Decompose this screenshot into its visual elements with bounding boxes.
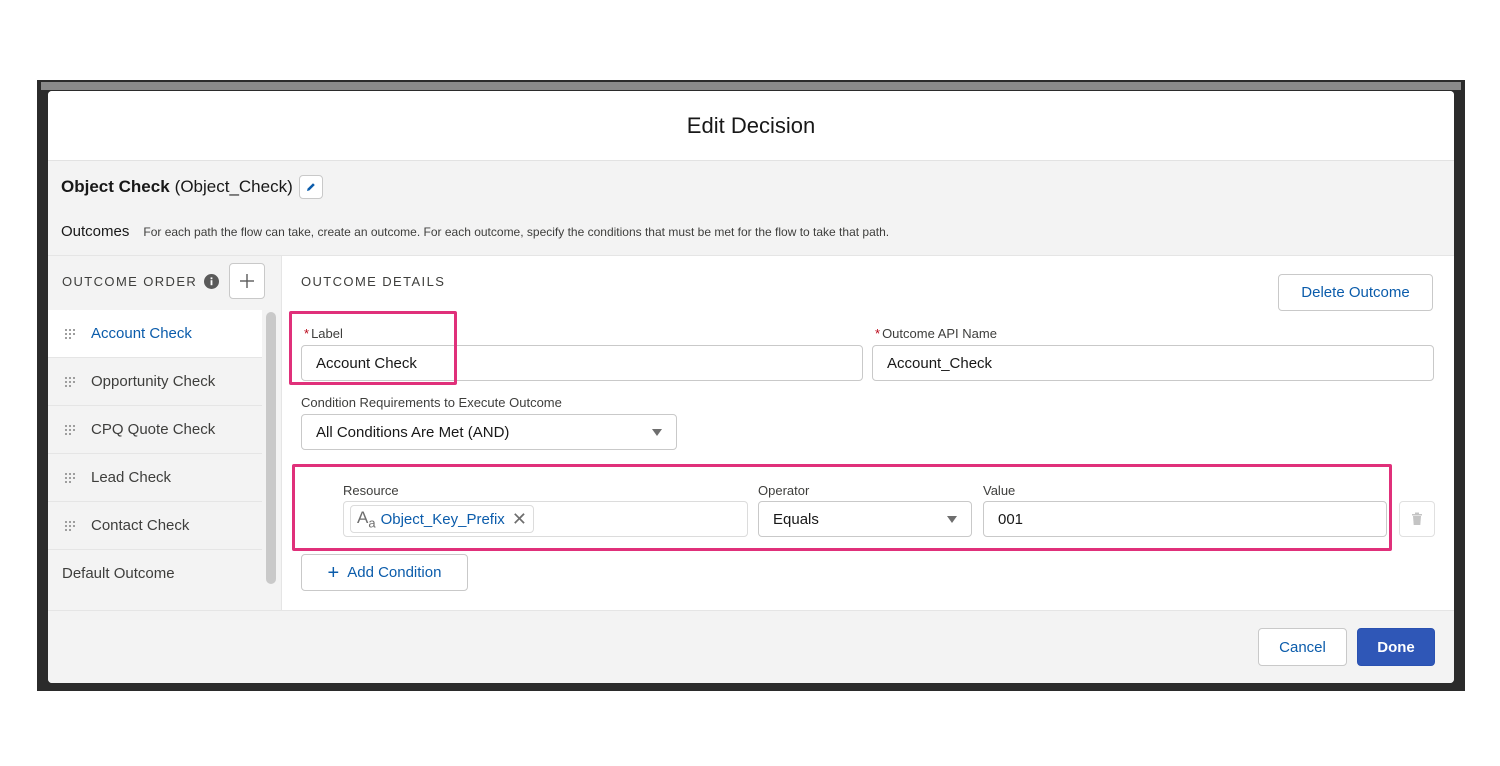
element-api-name: (Object_Check) (174, 177, 293, 196)
value-label: Value (983, 483, 1016, 498)
resource-combobox[interactable]: Aa Object_Key_Prefix ✕ (343, 501, 748, 537)
pencil-icon (306, 183, 315, 191)
outcome-item-contact-check[interactable]: Contact Check (48, 502, 262, 550)
outcome-order-header: OUTCOME ORDER (62, 266, 220, 296)
outcome-list-scrollbar[interactable] (266, 312, 276, 584)
plus-icon (240, 274, 254, 288)
label-highlight-box (289, 311, 457, 385)
api-name-field-label: * Outcome API Name (875, 326, 997, 341)
outcome-item-lead-check[interactable]: Lead Check (48, 454, 262, 502)
value-input[interactable]: 001 (983, 501, 1387, 537)
caret-down-icon (652, 428, 662, 436)
canvas-background (41, 82, 1461, 90)
resource-pill[interactable]: Aa Object_Key_Prefix ✕ (350, 505, 534, 533)
outcome-item-label: Lead Check (91, 469, 172, 486)
outcome-order-sidebar: OUTCOME ORDER Account Check Opportunity … (48, 256, 282, 610)
delete-outcome-button[interactable]: Delete Outcome (1278, 274, 1433, 311)
condition-requirements-label: Condition Requirements to Execute Outcom… (301, 395, 562, 410)
resource-pill-label: Object_Key_Prefix (380, 510, 505, 528)
outcomes-panel: OUTCOME ORDER Account Check Opportunity … (48, 255, 1454, 611)
modal-title: Edit Decision (686, 113, 816, 138)
condition-requirements-value: All Conditions Are Met (AND) (316, 423, 510, 441)
outcome-item-label: Opportunity Check (91, 373, 216, 390)
outcome-item-cpq-quote-check[interactable]: CPQ Quote Check (48, 406, 262, 454)
resource-label: Resource (343, 483, 399, 498)
drag-handle-icon[interactable] (65, 470, 75, 486)
modal-header: Edit Decision (48, 91, 1454, 161)
drag-handle-icon[interactable] (65, 518, 75, 534)
text-type-icon: Aa (357, 507, 376, 531)
default-outcome-item[interactable]: Default Outcome (48, 550, 262, 596)
required-marker: * (875, 326, 881, 341)
cancel-button[interactable]: Cancel (1258, 628, 1347, 666)
operator-select[interactable]: Equals (758, 501, 972, 537)
modal-footer: Cancel Done (48, 612, 1454, 683)
drag-handle-icon[interactable] (65, 422, 75, 438)
condition-requirements-select[interactable]: All Conditions Are Met (AND) (301, 414, 677, 450)
outcome-api-name-input[interactable]: Account_Check (872, 345, 1434, 381)
outcomes-description: For each path the flow can take, create … (143, 225, 890, 239)
outcome-item-label: CPQ Quote Check (91, 421, 216, 438)
drag-handle-icon[interactable] (65, 326, 75, 342)
edit-decision-modal: Edit Decision Object Check (Object_Check… (48, 91, 1454, 683)
outcomes-title: Outcomes (61, 223, 130, 240)
element-name-row: Object Check (Object_Check) (61, 175, 323, 199)
done-button[interactable]: Done (1357, 628, 1435, 666)
outcome-item-opportunity-check[interactable]: Opportunity Check (48, 358, 262, 406)
info-glyph (210, 276, 213, 285)
screenshot-frame: Edit Decision Object Check (Object_Check… (37, 80, 1465, 691)
outcome-item-label: Account Check (91, 325, 192, 342)
remove-resource-icon[interactable]: ✕ (512, 510, 527, 528)
outcome-item-label: Contact Check (91, 517, 190, 534)
operator-label: Operator (758, 483, 810, 498)
outcome-item-account-check[interactable]: Account Check (48, 310, 262, 358)
trash-icon (1412, 512, 1422, 525)
add-condition-button[interactable]: + Add Condition (301, 554, 468, 591)
drag-handle-icon[interactable] (65, 374, 75, 390)
add-outcome-button[interactable] (229, 263, 265, 299)
delete-condition-button[interactable] (1399, 501, 1435, 537)
value-input-value: 001 (998, 510, 1024, 528)
info-icon[interactable] (204, 273, 220, 289)
plus-icon: + (327, 561, 340, 584)
outcome-order-label: OUTCOME ORDER (62, 273, 198, 289)
outcome-list: Account Check Opportunity Check CPQ Quot… (48, 310, 262, 596)
api-name-input-value: Account_Check (887, 354, 993, 372)
operator-value: Equals (773, 510, 819, 528)
caret-down-icon (947, 515, 957, 523)
element-label: Object Check (61, 177, 170, 196)
add-condition-label: Add Condition (347, 564, 442, 581)
outcome-details-label: OUTCOME DETAILS (301, 274, 446, 289)
edit-element-button[interactable] (298, 175, 323, 199)
outcomes-heading-row: Outcomes For each path the flow can take… (61, 223, 889, 240)
